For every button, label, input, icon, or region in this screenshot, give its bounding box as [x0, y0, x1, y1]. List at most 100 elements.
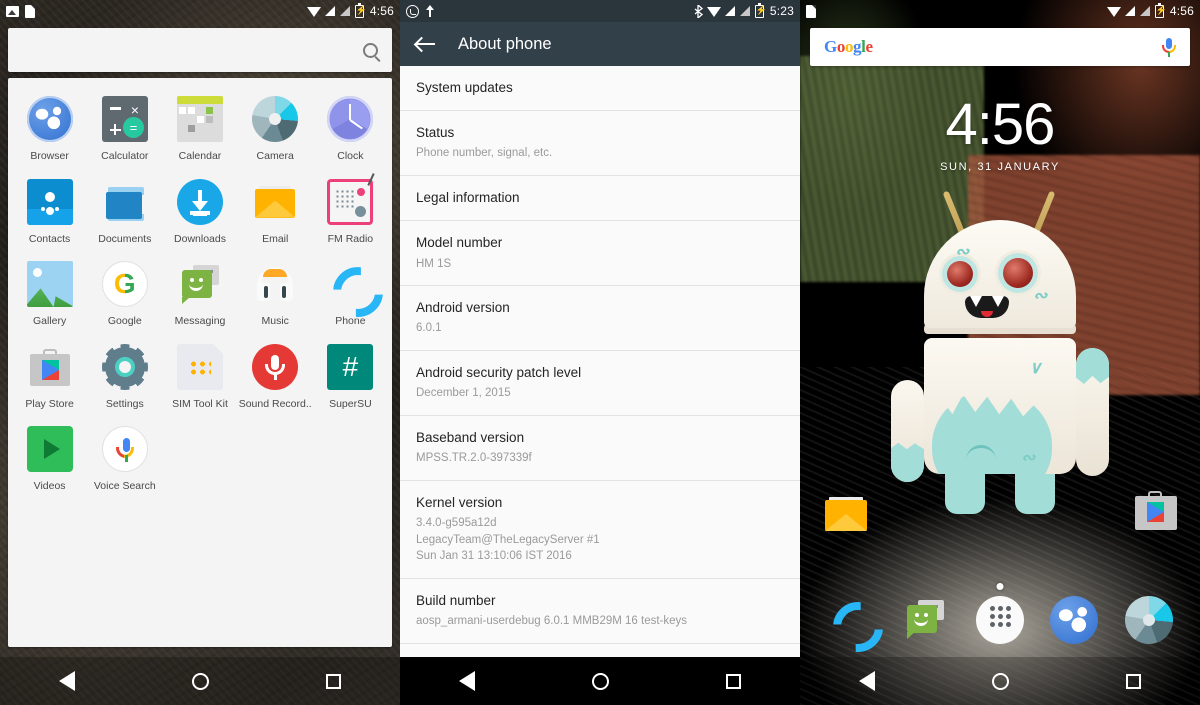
app-label: Settings [105, 397, 144, 410]
app-label: Sound Record.. [238, 397, 312, 410]
home-nav-icon[interactable] [991, 672, 1009, 690]
back-nav-icon[interactable] [458, 671, 475, 691]
list-item[interactable]: Legal information [400, 176, 800, 222]
fm-radio-icon [327, 172, 376, 225]
battery-charging-icon [1154, 2, 1164, 18]
app-item-google[interactable]: Google [87, 253, 162, 334]
status-bar-about: 5:23 [400, 0, 800, 22]
app-item-calendar[interactable]: Calendar [162, 88, 237, 169]
app-label: Calculator [101, 150, 149, 162]
status-bar-clock: 4:56 [1169, 4, 1194, 18]
sim-toolkit-icon [176, 343, 223, 390]
three-panel-screenshot: 4:56 Browser × Calculator Calendar [0, 0, 1200, 705]
recents-nav-icon[interactable] [326, 673, 342, 689]
dock-item-camera[interactable] [1124, 596, 1173, 644]
whatsapp-icon [406, 4, 419, 18]
sd-card-icon [25, 4, 35, 18]
drawer-search-bar[interactable] [8, 28, 392, 72]
google-logo-e: e [865, 37, 873, 56]
play-store-icon [27, 344, 73, 390]
app-item-fm-radio[interactable]: FM Radio [313, 171, 388, 252]
app-item-contacts[interactable]: Contacts [12, 171, 87, 252]
settings-list[interactable]: System updates Status Phone number, sign… [400, 66, 800, 661]
app-item-messaging[interactable]: Messaging [162, 253, 237, 334]
search-icon[interactable] [363, 42, 378, 58]
documents-icon [102, 179, 148, 225]
email-shortcut[interactable]: @ [822, 490, 870, 538]
app-label: Google [107, 315, 142, 328]
list-item-subtitle: Phone number, signal, etc. [416, 147, 553, 160]
videos-icon [26, 426, 73, 473]
app-item-phone[interactable]: Phone [313, 253, 388, 334]
list-item[interactable]: System updates [400, 66, 800, 112]
list-item[interactable]: Android version 6.0.1 [400, 286, 800, 352]
contacts-icon [26, 178, 73, 225]
google-search-widget[interactable]: Google [810, 28, 1190, 66]
supersu-icon [327, 343, 374, 390]
wifi-icon [306, 6, 321, 17]
app-item-browser[interactable]: Browser [12, 88, 87, 169]
home-nav-icon[interactable] [591, 672, 609, 690]
play-store-shortcut[interactable] [1132, 486, 1180, 534]
app-item-supersu[interactable]: SuperSU [313, 336, 388, 417]
camera-icon [252, 96, 299, 142]
signal-icon [739, 5, 751, 17]
app-label: SuperSU [329, 397, 372, 410]
app-item-downloads[interactable]: Downloads [162, 171, 237, 252]
app-bar-about-phone: About phone [400, 22, 800, 66]
status-bar-notifications [6, 4, 35, 18]
dock-item-phone[interactable] [827, 596, 875, 644]
photo-icon [6, 5, 19, 17]
back-nav-icon[interactable] [58, 671, 75, 691]
list-item-title: Build number [416, 593, 496, 609]
clock-widget[interactable]: 4:56 SUN, 31 JANUARY [800, 96, 1200, 174]
dock-item-messaging[interactable] [902, 596, 950, 644]
app-grid: Browser × Calculator Calendar Camera Clo… [12, 88, 388, 499]
dock-item-browser[interactable] [1050, 596, 1099, 644]
app-label: FM Radio [327, 232, 374, 245]
list-item[interactable]: Status Phone number, signal, etc. [400, 111, 800, 177]
app-label: Phone [335, 315, 366, 328]
app-label: Camera [256, 150, 294, 162]
clock-widget-date: SUN, 31 JANUARY [940, 161, 1060, 173]
app-item-play-store[interactable]: Play Store [12, 336, 87, 417]
list-item[interactable]: Android security patch level December 1,… [400, 351, 800, 416]
status-bar-drawer: 4:56 [0, 0, 400, 22]
app-label: Downloads [174, 232, 226, 245]
list-item[interactable]: Kernel version 3.4.0-g595a12d LegacyTeam… [400, 481, 800, 580]
dock-item-all-apps[interactable] [975, 596, 1024, 644]
list-item[interactable]: Baseband version MPSS.TR.2.0-397339f [400, 416, 800, 481]
recents-nav-icon[interactable] [726, 673, 742, 689]
app-item-documents[interactable]: Documents [87, 171, 162, 252]
back-nav-icon[interactable] [858, 671, 875, 691]
app-item-voice-search[interactable]: Voice Search [87, 418, 162, 499]
app-item-email[interactable]: @ Email [238, 171, 313, 252]
app-item-settings[interactable]: Settings [87, 336, 162, 417]
back-arrow-icon[interactable] [416, 36, 436, 52]
app-label: Email [262, 232, 289, 245]
app-label: Gallery [32, 315, 67, 328]
app-label: Messaging [174, 315, 226, 328]
home-nav-icon[interactable] [191, 672, 209, 690]
google-mic-icon[interactable] [1162, 37, 1176, 57]
wifi-icon [1106, 6, 1121, 17]
signal-icon [1124, 5, 1136, 17]
app-item-music[interactable]: Music [238, 253, 313, 334]
search-input[interactable] [22, 42, 363, 58]
app-item-clock[interactable]: Clock [313, 88, 388, 169]
home-dock [800, 583, 1200, 657]
list-item-title: Status [416, 125, 455, 141]
status-bar-notifications [406, 4, 436, 18]
messaging-icon [177, 261, 223, 307]
list-item[interactable]: Build number aosp_armani-userdebug 6.0.1… [400, 579, 800, 645]
clock-icon [327, 96, 374, 142]
app-item-gallery[interactable]: Gallery [12, 253, 87, 334]
recents-nav-icon[interactable] [1126, 673, 1142, 689]
app-item-sound-recorder[interactable]: Sound Record.. [238, 336, 313, 417]
list-item[interactable]: Model number HM 1S [400, 221, 800, 287]
app-item-sim-toolkit[interactable]: SIM Tool Kit [162, 336, 237, 417]
list-item-title: Legal information [416, 190, 520, 206]
app-item-calculator[interactable]: × Calculator [87, 88, 162, 169]
app-item-camera[interactable]: Camera [238, 88, 313, 169]
app-item-videos[interactable]: Videos [12, 418, 87, 499]
